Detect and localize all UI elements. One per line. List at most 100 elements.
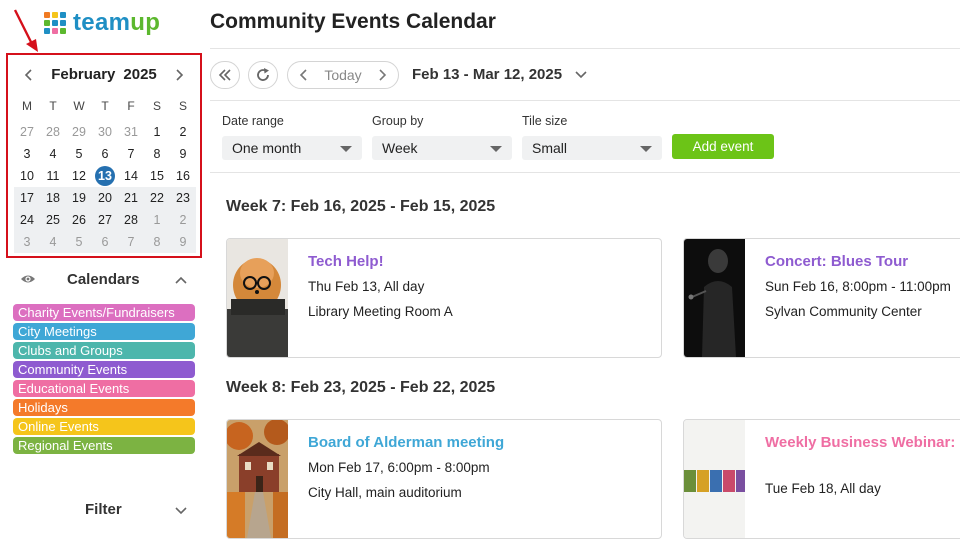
group-by-value: Week (382, 140, 418, 156)
caret-down-icon (490, 146, 502, 152)
mini-calendar-day[interactable]: 31 (118, 122, 144, 142)
mini-calendar-day[interactable]: 9 (170, 232, 196, 252)
calendar-item[interactable]: City Meetings (13, 323, 195, 340)
chevron-up-icon[interactable] (174, 273, 188, 287)
mini-calendar-day[interactable]: 3 (14, 144, 40, 164)
mini-calendar-day[interactable]: 21 (118, 188, 144, 208)
mini-calendar-day[interactable]: 12 (66, 166, 92, 186)
event-card[interactable]: Board of Alderman meeting Mon Feb 17, 6:… (226, 419, 662, 539)
calendar-item[interactable]: Educational Events (13, 380, 195, 397)
mini-calendar-week: 3 4 5 6 7 8 9 (14, 231, 196, 253)
event-title[interactable]: Concert: Blues Tour (765, 251, 960, 273)
day-number: 22 (150, 191, 164, 205)
mini-calendar-day[interactable]: 27 (92, 210, 118, 230)
mini-calendar-day[interactable]: 6 (92, 144, 118, 164)
teamup-logo[interactable]: teamup (44, 9, 160, 37)
mini-calendar-day[interactable]: 9 (170, 144, 196, 164)
mini-calendar-day[interactable]: 22 (144, 188, 170, 208)
mini-calendar-day[interactable]: 2 (170, 122, 196, 142)
event-title[interactable]: Weekly Business Webinar: I strategies (765, 432, 960, 454)
mini-calendar-day[interactable]: 3 (14, 232, 40, 252)
eye-icon[interactable] (20, 272, 36, 286)
group-by-select[interactable]: Week (372, 136, 512, 160)
mini-calendar-day[interactable]: 14 (118, 166, 144, 186)
mini-calendar-day[interactable]: 28 (40, 122, 66, 142)
event-location: Sylvan Community Center (765, 304, 922, 319)
mini-calendar: February 2025 MTWTFSS 27 28 29 30 31 1 2 3 4 5 6 7 8 9… (6, 53, 202, 258)
calendars-title: Calendars (67, 271, 140, 288)
tile-size-select[interactable]: Small (522, 136, 662, 160)
mini-calendar-day[interactable]: 6 (92, 232, 118, 252)
mini-calendar-day[interactable]: 1 (144, 122, 170, 142)
chevron-down-icon[interactable] (174, 504, 188, 518)
calendar-item[interactable]: Community Events (13, 361, 195, 378)
mini-calendar-day[interactable]: 18 (40, 188, 66, 208)
calendar-item[interactable]: Online Events (13, 418, 195, 435)
mini-calendar-day[interactable]: 27 (14, 122, 40, 142)
mini-calendar-day[interactable]: 29 (66, 122, 92, 142)
mini-calendar-day[interactable]: 1 (144, 210, 170, 230)
mini-calendar-day[interactable]: 8 (144, 144, 170, 164)
add-event-button[interactable]: Add event (672, 134, 774, 159)
day-number: 4 (49, 147, 57, 161)
next-month-button[interactable] (170, 65, 190, 85)
options-divider (210, 172, 960, 173)
mini-calendar-day[interactable]: 4 (40, 144, 66, 164)
day-number: 24 (20, 213, 34, 227)
mini-calendar-day[interactable]: 2 (170, 210, 196, 230)
mini-calendar-day[interactable]: 28 (118, 210, 144, 230)
mini-calendar-year: 2025 (123, 66, 157, 83)
mini-calendar-today[interactable]: 13 (92, 166, 118, 186)
weekday-label: T (49, 99, 57, 113)
refresh-button[interactable] (248, 61, 278, 89)
mini-calendar-day[interactable]: 4 (40, 232, 66, 252)
calendar-item[interactable]: Clubs and Groups (13, 342, 195, 359)
mini-calendar-week: 17 18 19 20 21 22 23 (14, 187, 196, 209)
mini-calendar-day[interactable]: 7 (118, 232, 144, 252)
event-thumbnail (227, 420, 288, 538)
mini-calendar-day[interactable]: 5 (66, 144, 92, 164)
weekday-label: T (101, 99, 109, 113)
mini-calendar-day[interactable]: 24 (14, 210, 40, 230)
mini-calendar-day[interactable]: 15 (144, 166, 170, 186)
mini-calendar-week: 3 4 5 6 7 8 9 (14, 143, 196, 165)
refresh-icon (257, 68, 269, 81)
event-title[interactable]: Tech Help! (308, 251, 658, 273)
mini-calendar-day[interactable]: 7 (118, 144, 144, 164)
chevron-down-icon[interactable] (575, 70, 587, 80)
calendar-item[interactable]: Holidays (13, 399, 195, 416)
calendars-header[interactable]: Calendars (14, 270, 194, 290)
mini-calendar-day[interactable]: 5 (66, 232, 92, 252)
date-range-label[interactable]: Feb 13 - Mar 12, 2025 (412, 66, 562, 83)
group-by-option-label: Group by (372, 114, 424, 128)
mini-calendar-day[interactable]: 26 (66, 210, 92, 230)
mini-calendar-day[interactable]: 17 (14, 188, 40, 208)
mini-calendar-grid: 27 28 29 30 31 1 2 3 4 5 6 7 8 9 10 11 12 13 14 15 16 17 18 19 2… (14, 121, 196, 253)
mini-calendar-day[interactable]: 8 (144, 232, 170, 252)
mini-calendar-day[interactable]: 10 (14, 166, 40, 186)
day-number: 4 (49, 235, 57, 249)
mini-calendar-day[interactable]: 19 (66, 188, 92, 208)
collapse-sidebar-button[interactable] (210, 61, 240, 89)
weekday-label: F (127, 99, 135, 113)
logo-wordmark: teamup (73, 9, 161, 36)
calendar-item[interactable]: Regional Events (13, 437, 195, 454)
date-range-select[interactable]: One month (222, 136, 362, 160)
filter-header[interactable]: Filter (14, 500, 194, 520)
mini-calendar-day[interactable]: 20 (92, 188, 118, 208)
calendar-item[interactable]: Charity Events/Fundraisers (13, 304, 195, 321)
event-title[interactable]: Board of Alderman meeting (308, 432, 658, 454)
day-number: 26 (72, 213, 86, 227)
event-card[interactable]: Concert: Blues Tour Sun Feb 16, 8:00pm -… (683, 238, 960, 358)
event-time: Sun Feb 16, 8:00pm - 11:00pm (765, 279, 951, 294)
mini-calendar-day[interactable]: 16 (170, 166, 196, 186)
mini-calendar-day[interactable]: 11 (40, 166, 66, 186)
event-card[interactable]: Tech Help! Thu Feb 13, All day Library M… (226, 238, 662, 358)
chevron-right-icon[interactable] (376, 68, 388, 82)
today-button[interactable]: Today (324, 67, 361, 83)
event-card[interactable]: Weekly Business Webinar: I strategies Tu… (683, 419, 960, 539)
mini-calendar-day[interactable]: 23 (170, 188, 196, 208)
chevron-left-icon[interactable] (298, 68, 310, 82)
mini-calendar-day[interactable]: 30 (92, 122, 118, 142)
mini-calendar-day[interactable]: 25 (40, 210, 66, 230)
